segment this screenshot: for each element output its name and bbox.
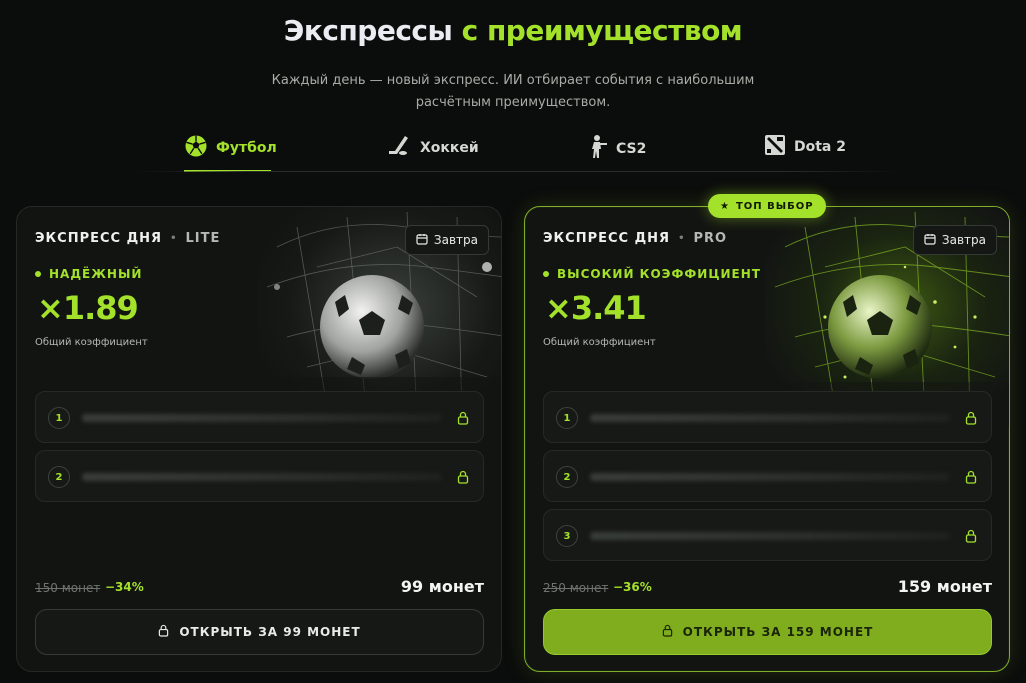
event-number: 1 [556, 407, 578, 429]
tab-label: Футбол [216, 140, 277, 156]
coefficient-label: Общий коэффициент [543, 337, 656, 348]
hidden-event-placeholder [590, 532, 950, 540]
card-heading: ЭКСПРЕСС ДНЯ • LITE [35, 231, 220, 246]
current-price: 159 монет [897, 577, 992, 596]
express-card-pro: ЭКСПРЕСС ДНЯ • PRO Завтра ВЫСОКИЙ КОЭФФИ… [524, 206, 1010, 672]
lock-icon [965, 410, 977, 429]
hidden-event-placeholder [590, 473, 950, 481]
level-dot [35, 271, 41, 277]
card-tier: PRO [693, 231, 728, 246]
open-express-button[interactable]: ОТКРЫТЬ ЗА 99 МОНЕТ [35, 609, 484, 655]
dota2-logo-icon [764, 134, 786, 160]
total-coefficient: ×1.89 [37, 289, 139, 327]
events-list: 1 2 3 [543, 391, 992, 568]
coefficient-label: Общий коэффициент [35, 337, 148, 348]
open-express-button[interactable]: ОТКРЫТЬ ЗА 159 МОНЕТ [543, 609, 992, 655]
card-heading: ЭКСПРЕСС ДНЯ • PRO [543, 231, 727, 246]
tab-label: Хоккей [420, 140, 479, 156]
page-title-part1: Экспрессы [283, 14, 453, 47]
lock-icon [662, 624, 673, 640]
separator-dot: • [170, 233, 178, 244]
risk-level: НАДЁЖНЫЙ [35, 267, 142, 281]
lock-icon [965, 469, 977, 488]
level-dot [543, 271, 549, 277]
price-row: 250 монет −36% 159 монет [543, 577, 992, 599]
tabs-divider [130, 171, 900, 172]
page-subtitle: Каждый день — новый экспресс. ИИ отбирае… [271, 73, 755, 110]
page-title: Экспрессы с преимуществом [0, 14, 1026, 47]
event-number: 3 [556, 525, 578, 547]
star-icon: ★ [720, 200, 730, 212]
hockey-stick-icon [386, 134, 412, 162]
badge-label: ТОП ВЫБОР [735, 200, 814, 212]
date-button[interactable]: Завтра [404, 225, 489, 255]
lock-icon [457, 410, 469, 429]
discount-badge: −36% [613, 580, 652, 594]
sport-tabs: Футбол Хоккей CS2 Dota 2 [130, 126, 900, 172]
calendar-icon [416, 233, 428, 248]
express-card-lite: ЭКСПРЕСС ДНЯ • LITE Завтра НАДЁЖНЫЙ ×1.8… [16, 206, 502, 672]
level-label: ВЫСОКИЙ КОЭФФИЦИЕНТ [557, 267, 761, 281]
page-title-part2: с преимуществом [461, 14, 743, 47]
price-row: 150 монет −34% 99 монет [35, 577, 484, 599]
old-price: 150 монет [35, 581, 101, 595]
event-number: 2 [48, 466, 70, 488]
date-label: Завтра [941, 233, 986, 247]
events-list: 1 2 [35, 391, 484, 509]
card-title: ЭКСПРЕСС ДНЯ [543, 231, 671, 246]
open-button-label: ОТКРЫТЬ ЗА 159 МОНЕТ [682, 625, 874, 639]
event-number: 1 [48, 407, 70, 429]
card-title: ЭКСПРЕСС ДНЯ [35, 231, 163, 246]
lock-icon [965, 528, 977, 547]
separator-dot: • [678, 233, 686, 244]
event-row: 1 [35, 391, 484, 443]
event-row: 1 [543, 391, 992, 443]
open-button-label: ОТКРЫТЬ ЗА 99 МОНЕТ [179, 625, 361, 639]
soccer-ball-icon [184, 134, 208, 162]
tab-label: Dota 2 [794, 139, 846, 155]
tab-hockey[interactable]: Хоккей [386, 134, 479, 162]
event-row: 2 [35, 450, 484, 502]
discount-badge: −34% [105, 580, 144, 594]
card-tier: LITE [185, 231, 221, 246]
current-price: 99 монет [400, 577, 484, 596]
lock-icon [457, 469, 469, 488]
hidden-event-placeholder [82, 473, 442, 481]
date-button[interactable]: Завтра [912, 225, 997, 255]
tab-dota2[interactable]: Dota 2 [764, 134, 846, 160]
calendar-icon [924, 233, 936, 248]
event-number: 2 [556, 466, 578, 488]
event-row: 2 [543, 450, 992, 502]
total-coefficient: ×3.41 [545, 289, 647, 327]
tab-label: CS2 [616, 141, 647, 157]
old-price: 250 монет [543, 581, 609, 595]
date-label: Завтра [433, 233, 478, 247]
lock-icon [158, 624, 169, 640]
cs2-soldier-icon [586, 134, 608, 164]
hidden-event-placeholder [590, 414, 950, 422]
risk-level: ВЫСОКИЙ КОЭФФИЦИЕНТ [543, 267, 761, 281]
level-label: НАДЁЖНЫЙ [49, 267, 143, 281]
hidden-event-placeholder [82, 414, 442, 422]
tab-football[interactable]: Футбол [184, 134, 277, 162]
event-row: 3 [543, 509, 992, 561]
top-choice-badge: ★ ТОП ВЫБОР [708, 194, 826, 218]
tab-cs2[interactable]: CS2 [586, 134, 646, 164]
